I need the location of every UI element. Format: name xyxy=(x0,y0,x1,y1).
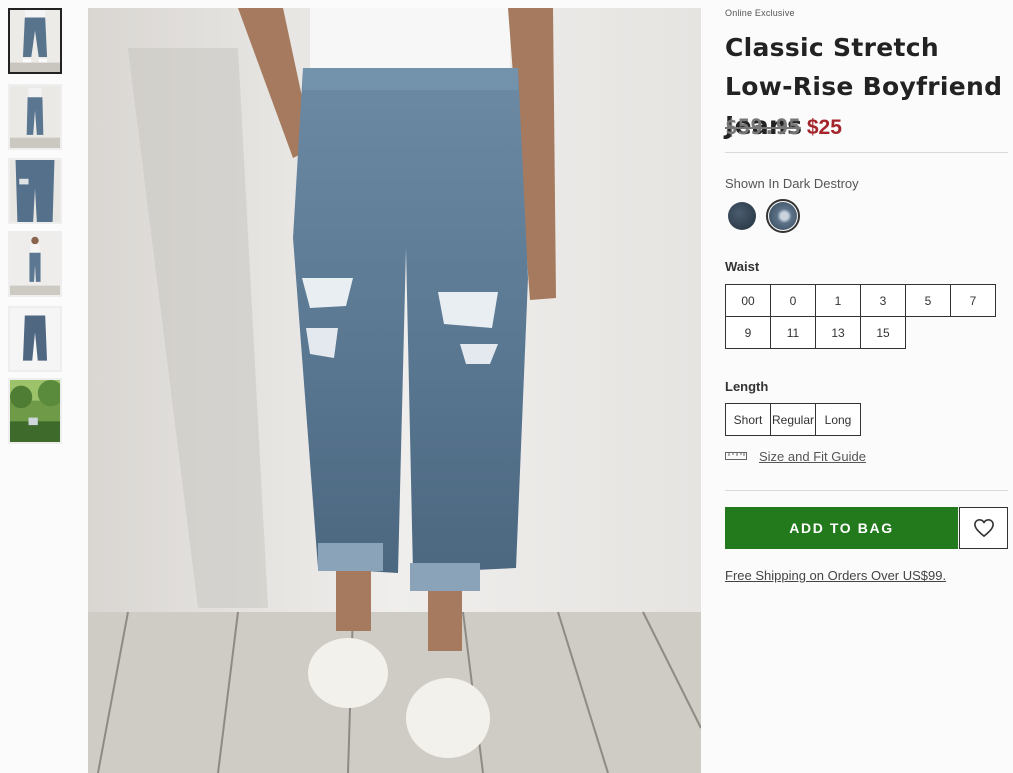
waist-option-9[interactable]: 9 xyxy=(725,316,771,349)
length-label: Length xyxy=(725,379,769,394)
thumbnail-model-full[interactable] xyxy=(8,231,62,297)
waist-option-1[interactable]: 1 xyxy=(815,284,861,317)
add-to-bag-button[interactable]: ADD TO BAG xyxy=(725,507,958,549)
thumbnail-outdoor-scene[interactable] xyxy=(8,378,62,444)
divider xyxy=(725,490,1008,491)
heart-icon xyxy=(973,519,994,537)
price-block: $59.95 $25 xyxy=(725,115,842,140)
ruler-icon xyxy=(725,452,747,460)
waist-option-7[interactable]: 7 xyxy=(950,284,996,317)
original-price: $59.95 xyxy=(725,115,801,139)
free-shipping-link[interactable]: Free Shipping on Orders Over US$99. xyxy=(725,568,946,583)
color-label: Shown In Dark Destroy xyxy=(725,176,859,191)
sale-price: $25 xyxy=(806,116,842,139)
waist-option-5[interactable]: 5 xyxy=(905,284,951,317)
length-option-long[interactable]: Long xyxy=(815,403,861,436)
wishlist-button[interactable] xyxy=(959,507,1008,549)
waist-option-15[interactable]: 15 xyxy=(860,316,906,349)
waist-option-3[interactable]: 3 xyxy=(860,284,906,317)
waist-option-0[interactable]: 0 xyxy=(770,284,816,317)
online-exclusive-badge: Online Exclusive xyxy=(725,8,795,18)
thumbnail-back-detail[interactable] xyxy=(8,158,62,224)
size-guide-row: Size and Fit Guide xyxy=(725,447,866,465)
waist-label: Waist xyxy=(725,259,760,274)
main-product-image[interactable] xyxy=(88,8,701,773)
swatch-dark-destroy[interactable] xyxy=(766,199,800,233)
waist-option-13[interactable]: 13 xyxy=(815,316,861,349)
size-fit-guide-link[interactable]: Size and Fit Guide xyxy=(759,449,866,464)
swatch-dark-wash[interactable] xyxy=(725,199,759,233)
divider xyxy=(725,152,1008,153)
thumbnail-side-view[interactable] xyxy=(8,84,62,150)
thumbnail-flat-lay[interactable] xyxy=(8,306,62,372)
length-option-regular[interactable]: Regular xyxy=(770,403,816,436)
length-option-short[interactable]: Short xyxy=(725,403,771,436)
thumbnail-front-full[interactable] xyxy=(8,8,62,74)
waist-option-11[interactable]: 11 xyxy=(770,316,816,349)
waist-option-00[interactable]: 00 xyxy=(725,284,771,317)
